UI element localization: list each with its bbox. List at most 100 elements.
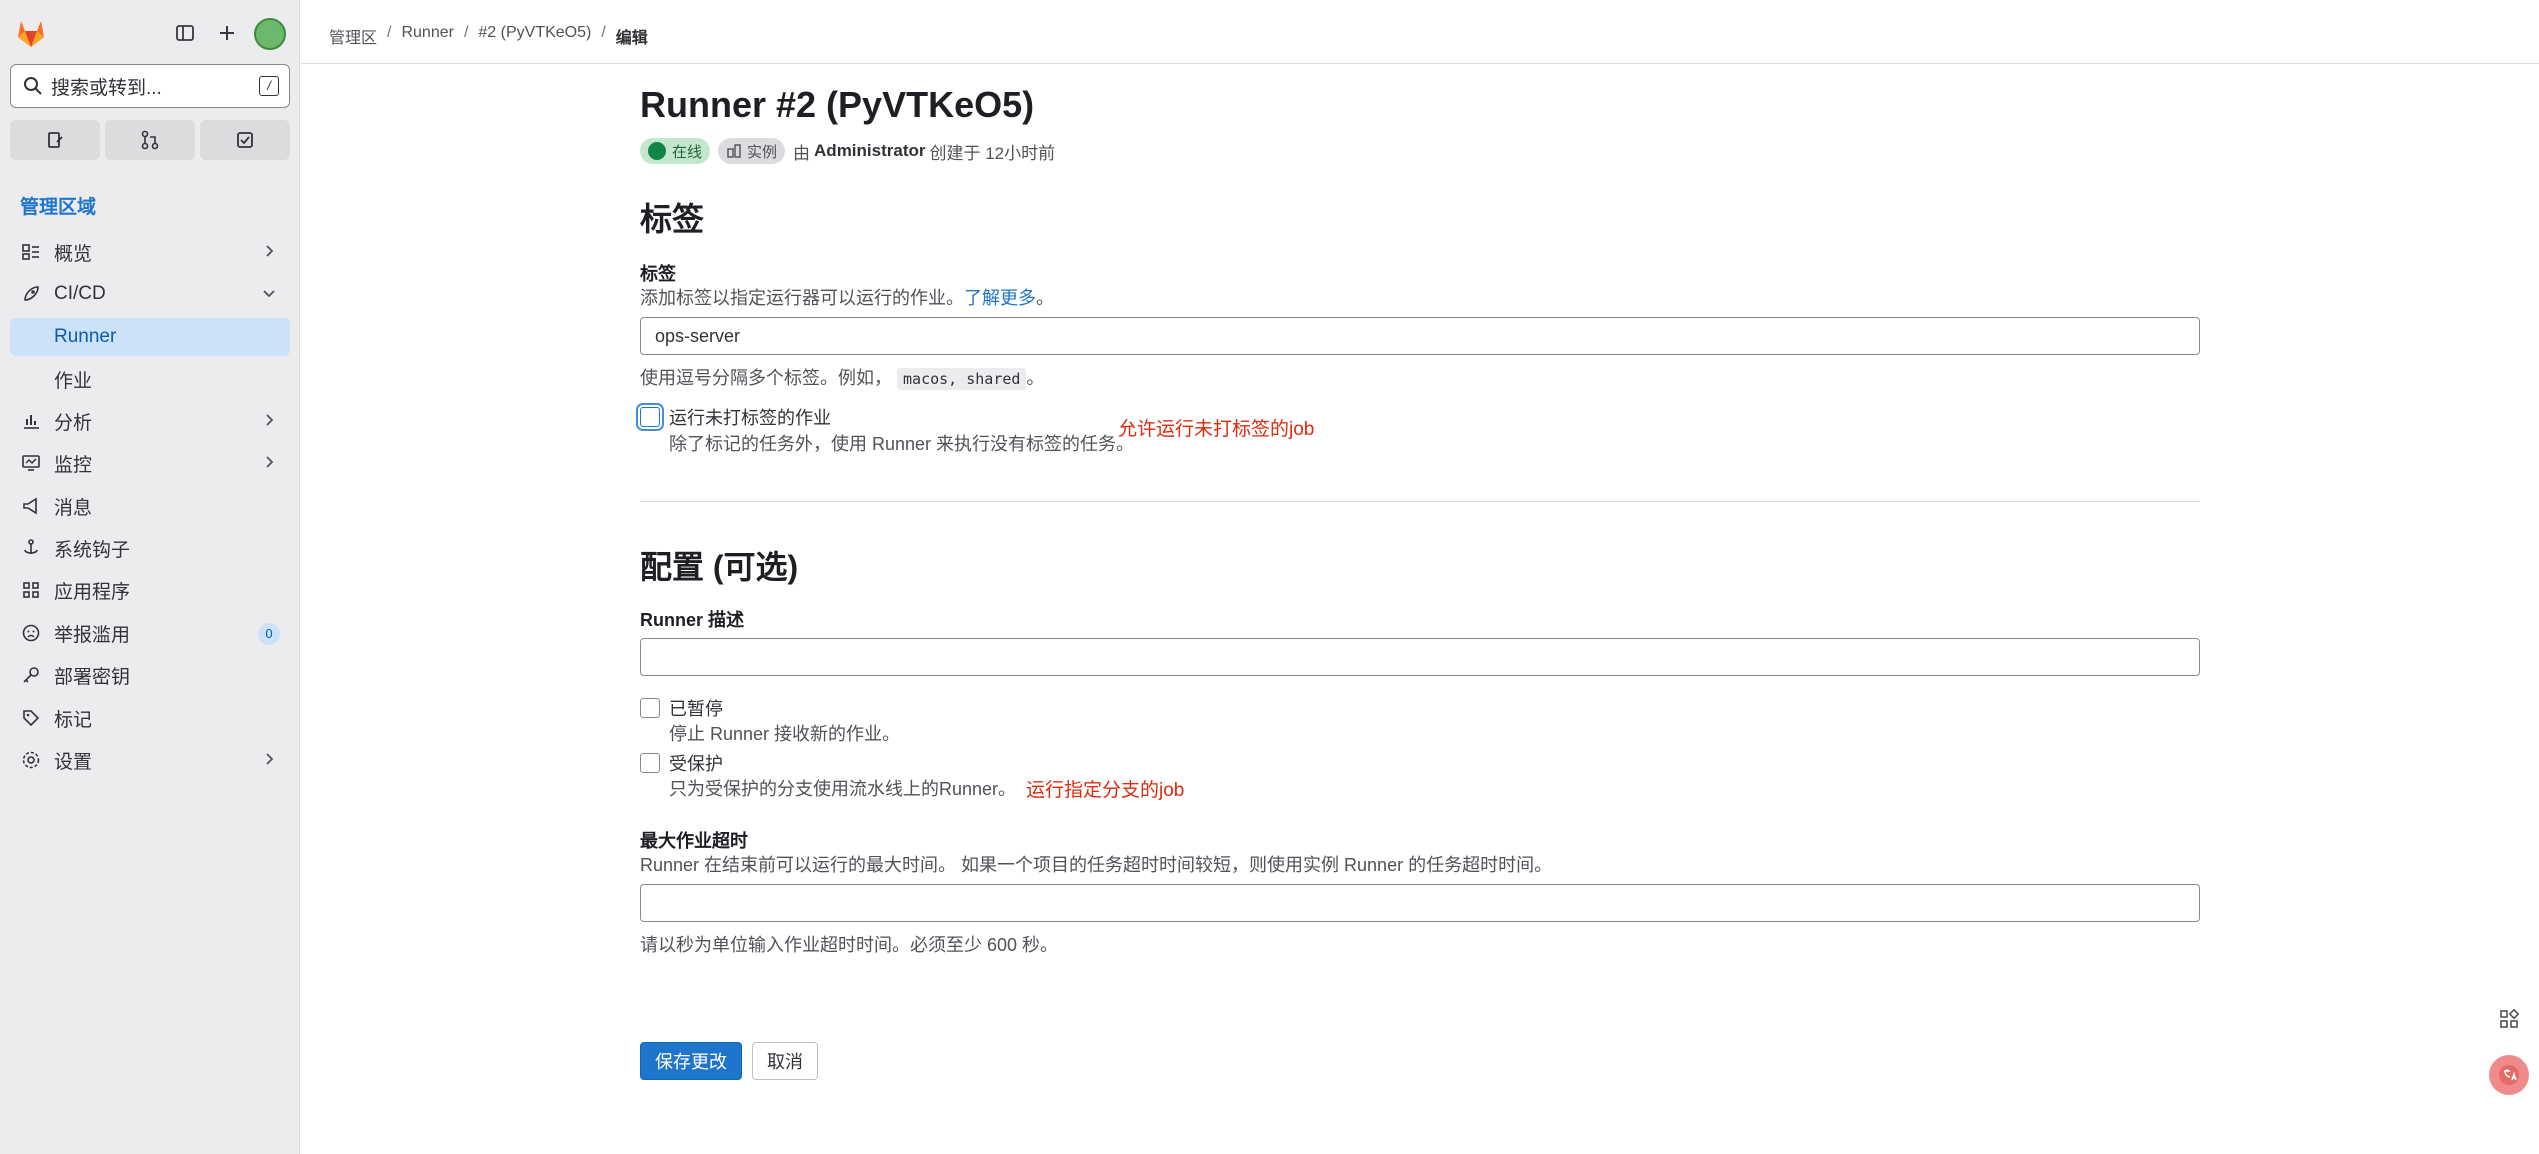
section-divider [640, 501, 2200, 502]
tags-input[interactable]: ops-server [640, 317, 2200, 355]
sidebar-item-label: 举报滥用 [54, 624, 131, 646]
tags-hint-suffix: 。 [1026, 368, 1045, 388]
chevron-right-icon [266, 414, 274, 426]
tags-field-help: 添加标签以指定运行器可以运行的作业。了解更多。 [640, 284, 1054, 310]
sidebar-item-label: 标记 [54, 709, 93, 731]
untagged-annotation: 允许运行未打标签的job [1118, 419, 1315, 440]
created-time: 创建于 12小时前 [929, 143, 1056, 163]
issues-button[interactable] [10, 120, 100, 160]
widget-apps-icon[interactable] [2489, 999, 2529, 1039]
label-icon [20, 707, 42, 729]
overview-icon [20, 241, 42, 263]
sidebar-item-label: 部署密钥 [54, 666, 131, 688]
sidebar-item-label: 作业 [54, 370, 93, 392]
page-title: Runner #2 (PyVTKeO5) [640, 84, 1035, 125]
cancel-button[interactable]: 取消 [752, 1042, 818, 1080]
status-badge-online: 在线 [640, 138, 711, 164]
sidebar-item-label: 监控 [54, 454, 93, 476]
sidebar-item-label: Runner [54, 326, 117, 347]
breadcrumb-item-edit: 编辑 [615, 30, 648, 47]
sidebar-item-overview[interactable]: 概览 [10, 233, 290, 271]
chevron-right-icon [266, 456, 274, 468]
translate-widget-icon[interactable] [2489, 1055, 2529, 1095]
sidebar-item-cicd[interactable]: CI/CD [10, 275, 290, 313]
breadcrumb-item-admin[interactable]: 管理区 [329, 24, 377, 48]
breadcrumb-item-runner[interactable]: Runner [401, 24, 453, 48]
timeout-field-help: Runner 在结束前可以运行的最大时间。 如果一个项目的任务超时时间较短，则使… [640, 855, 1553, 875]
search-input[interactable]: 搜索或转到... / [10, 64, 290, 108]
sidebar-item-runner[interactable]: Runner [10, 318, 290, 356]
abuse-count-badge: 0 [258, 623, 280, 645]
paused-help: 停止 Runner 接收新的作业。 [669, 724, 901, 744]
breadcrumb-item-runner-id[interactable]: #2 (PyVTKeO5) [478, 24, 591, 48]
paused-label[interactable]: 已暂停 [669, 695, 723, 721]
learn-more-link[interactable]: 了解更多 [964, 288, 1036, 308]
run-untagged-label[interactable]: 运行未打标签的作业 [669, 404, 831, 430]
tags-help-text: 添加标签以指定运行器可以运行的作业。 [640, 288, 964, 308]
sidebar-item-label: 系统钩子 [54, 539, 131, 561]
created-by-link[interactable]: Administrator [814, 141, 925, 161]
sidebar-item-labels[interactable]: 标记 [10, 699, 290, 737]
sidebar-item-monitoring[interactable]: 监控 [10, 444, 290, 482]
sidebar-item-deploy-keys[interactable]: 部署密钥 [10, 656, 290, 694]
gitlab-logo-icon[interactable] [14, 16, 48, 50]
save-changes-button[interactable]: 保存更改 [640, 1042, 742, 1080]
admin-area-title[interactable]: 管理区域 [20, 192, 96, 219]
sidebar-item-system-hooks[interactable]: 系统钩子 [10, 529, 290, 567]
merge-request-icon [141, 130, 159, 150]
chevron-right-icon [266, 245, 274, 257]
protected-label[interactable]: 受保护 [669, 750, 723, 776]
user-avatar[interactable] [254, 18, 286, 50]
sidebar-toggle-icon[interactable] [170, 18, 200, 48]
config-section-heading: 配置 (可选) [640, 549, 799, 585]
created-prefix: 由 [793, 143, 811, 163]
sidebar-item-applications[interactable]: 应用程序 [10, 571, 290, 609]
sidebar-item-label: 消息 [54, 497, 93, 519]
create-new-icon[interactable] [212, 18, 242, 48]
run-untagged-help: 除了标记的任务外，使用 Runner 来执行没有标签的任务。 [669, 434, 1135, 454]
timeout-field-label: 最大作业超时 [640, 831, 748, 851]
top-bar: 管理区 / Runner / #2 (PyVTKeO5) / 编辑 [301, 0, 2539, 64]
chart-icon [20, 410, 42, 432]
sidebar-item-messages[interactable]: 消息 [10, 487, 290, 525]
description-input[interactable] [640, 638, 2200, 676]
megaphone-icon [20, 495, 42, 517]
sidebar-item-label: 概览 [54, 243, 93, 265]
rocket-icon [20, 283, 42, 305]
todos-button[interactable] [200, 120, 290, 160]
tags-input-value: ops-server [655, 325, 741, 346]
sidebar-item-label: 分析 [54, 412, 93, 434]
sidebar-item-settings[interactable]: 设置 [10, 741, 290, 779]
sidebar-item-analytics[interactable]: 分析 [10, 402, 290, 440]
search-placeholder: 搜索或转到... [51, 77, 162, 99]
sidebar-header [0, 0, 300, 66]
sidebar: 搜索或转到... / 管理区域 概览 CI/CD Runner 作业 分析 监控… [0, 0, 300, 1154]
learn-more-suffix: 。 [1036, 288, 1054, 308]
runner-meta: 在线 实例 由 Administrator 创建于 12小时前 [640, 138, 1055, 164]
search-shortcut-badge: / [259, 76, 279, 96]
search-icon [24, 77, 42, 95]
paused-checkbox[interactable] [640, 698, 660, 718]
description-field-label: Runner 描述 [640, 610, 745, 630]
sidebar-item-label: 设置 [54, 751, 93, 773]
protected-help: 只为受保护的分支使用流水线上的Runner。 [669, 779, 1017, 799]
settings-icon [20, 749, 42, 771]
timeout-hint: 请以秒为单位输入作业超时时间。必须至少 600 秒。 [640, 935, 1059, 955]
protected-annotation: 运行指定分支的job [1026, 780, 1185, 801]
timeout-input[interactable] [640, 884, 2200, 922]
run-untagged-checkbox[interactable] [640, 407, 660, 427]
sidebar-item-label: 应用程序 [54, 581, 131, 603]
type-instance-label: 实例 [747, 143, 778, 161]
apps-icon [20, 579, 42, 601]
merge-requests-button[interactable] [105, 120, 195, 160]
protected-checkbox[interactable] [640, 753, 660, 773]
sidebar-item-jobs[interactable]: 作业 [10, 360, 290, 398]
tags-hint: 使用逗号分隔多个标签。例如， macos, shared。 [640, 364, 1044, 390]
breadcrumb-separator: / [601, 24, 606, 41]
breadcrumb-separator: / [463, 24, 469, 41]
sidebar-item-abuse-reports[interactable]: 举报滥用 0 [10, 614, 290, 652]
issues-icon [48, 132, 63, 148]
sidebar-item-label: CI/CD [54, 283, 106, 304]
chevron-right-icon [266, 753, 274, 765]
tags-hint-prefix: 使用逗号分隔多个标签。例如， [640, 368, 892, 388]
